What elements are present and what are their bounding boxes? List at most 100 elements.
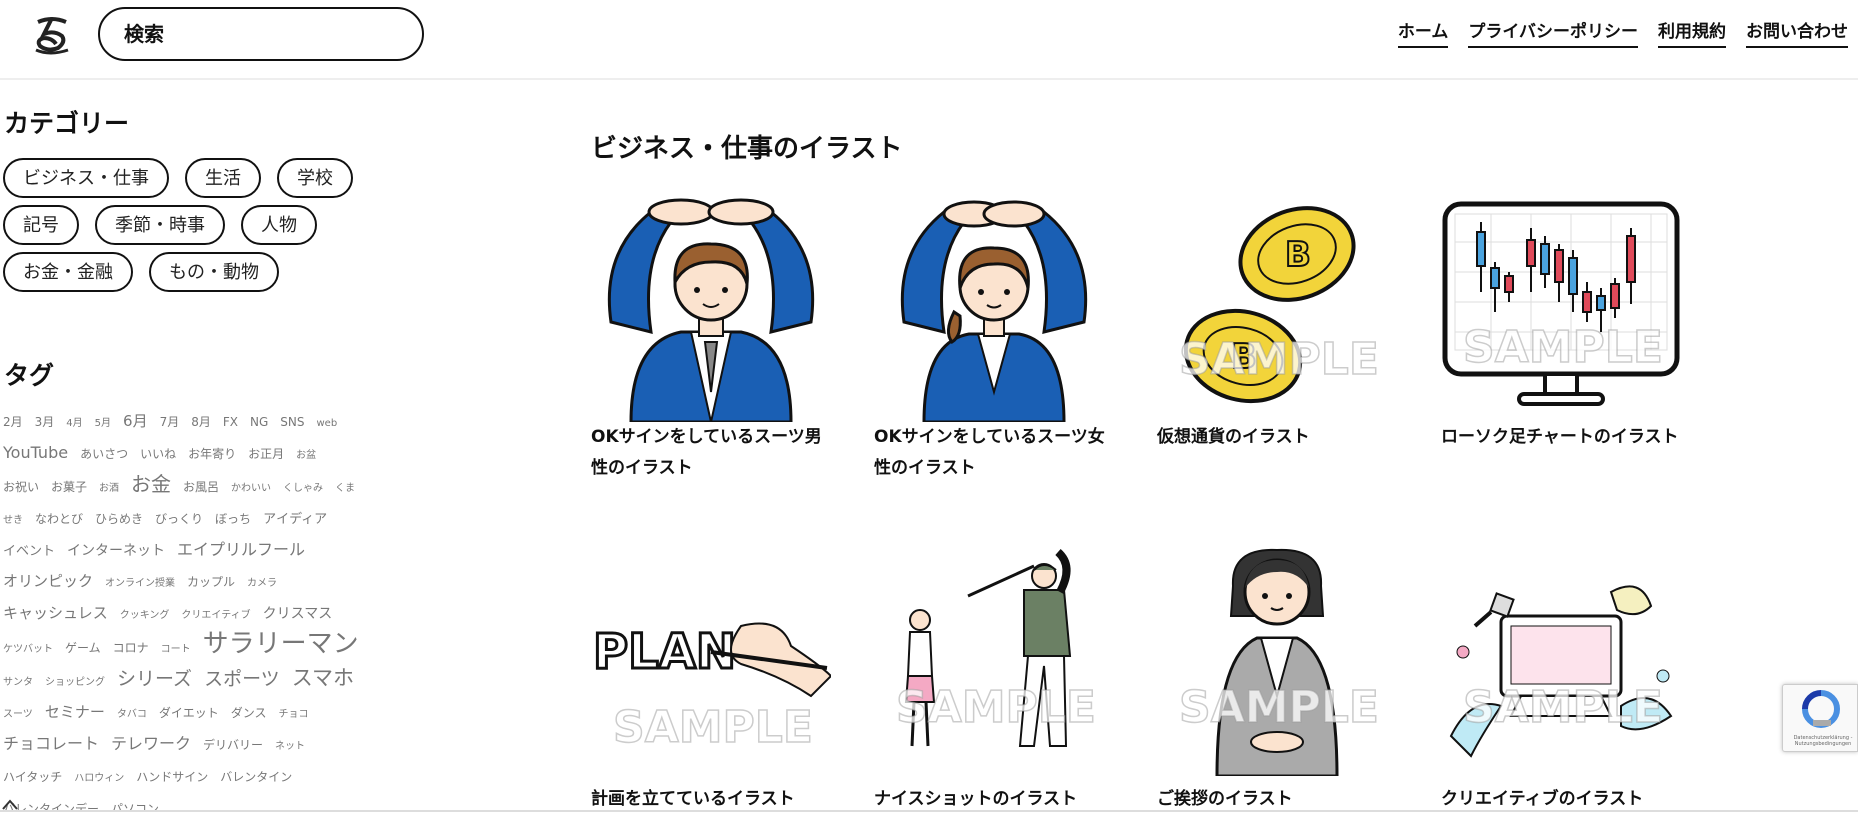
greeting-woman-illustration: SAMPLE [1178, 548, 1380, 776]
nav-privacy-link[interactable]: プライバシーポリシー [1468, 20, 1638, 48]
tag-link[interactable]: くしゃみ [283, 474, 323, 503]
tag-link[interactable]: セミナー [45, 698, 105, 727]
tag-link[interactable]: ハンドサイン [136, 763, 208, 792]
tag-link[interactable]: サラリーマン [203, 630, 359, 659]
category-pill[interactable]: 記号 [3, 205, 79, 245]
tag-link[interactable]: シリーズ [117, 665, 192, 694]
tag-link[interactable]: 6月 [123, 407, 148, 436]
tag-link[interactable]: ぼっち [215, 505, 251, 534]
tag-link[interactable]: SNS [280, 408, 304, 437]
category-pill[interactable]: ビジネス・仕事 [3, 158, 169, 198]
sample-watermark: SAMPLE [613, 702, 813, 753]
tag-link[interactable]: ひらめき [95, 505, 143, 534]
tag-link[interactable]: お盆 [296, 441, 316, 470]
tag-link[interactable]: ゲーム [65, 634, 101, 663]
category-pill[interactable]: 人物 [241, 205, 317, 245]
tag-link[interactable]: キャッシュレス [3, 599, 108, 628]
tag-link[interactable]: オンライン授業 [105, 569, 175, 598]
tag-link[interactable]: 7月 [160, 408, 180, 437]
tag-link[interactable]: ショッピング [45, 668, 105, 697]
tag-link[interactable]: 5月 [95, 409, 111, 438]
tag-link[interactable]: コート [161, 635, 191, 664]
tag-link[interactable]: スーツ [3, 700, 33, 729]
tag-link[interactable]: チョコレート [3, 729, 99, 758]
tag-link[interactable]: チョコ [278, 700, 308, 729]
tag-link[interactable]: クッキング [120, 601, 170, 630]
tag-link[interactable]: バレンタイン [220, 763, 292, 792]
tag-link[interactable]: なわとび [35, 505, 83, 534]
nav-terms-link[interactable]: 利用規約 [1658, 20, 1726, 48]
creative-monitor-illustration: SAMPLE [1449, 585, 1673, 758]
tag-link[interactable]: YouTube [3, 438, 68, 467]
tag-link[interactable]: あいさつ [80, 440, 128, 469]
sidebar: カテゴリー ビジネス・仕事 生活 学校 記号 季節・時事 人物 お金・金融 もの… [0, 80, 380, 812]
site-logo-icon[interactable] [30, 12, 74, 58]
tag-link[interactable]: スマホ [292, 664, 354, 693]
tag-heading: タグ [4, 361, 55, 390]
tag-link[interactable]: アイディア [263, 505, 327, 534]
tag-link[interactable]: カメラ [247, 569, 277, 598]
category-pill[interactable]: お金・金融 [3, 252, 133, 292]
tag-link[interactable]: 2月 [3, 408, 23, 437]
tag-link[interactable]: お酒 [99, 474, 119, 503]
crypto-coin-illustration: B B SAMPLE [1178, 206, 1380, 404]
tag-link[interactable]: スポーツ [204, 665, 280, 694]
tag-link[interactable]: ケツバット [3, 635, 53, 664]
sample-watermark: SAMPLE [1179, 682, 1379, 733]
tag-link[interactable]: お正月 [248, 440, 284, 469]
tag-link[interactable]: エイプリルフール [177, 535, 305, 564]
golf-shot-illustration: SAMPLE [895, 548, 1097, 747]
tag-link[interactable]: ダンス [231, 699, 267, 728]
search-input[interactable] [122, 21, 406, 47]
tag-link[interactable]: インターネット [67, 537, 165, 566]
tag-link[interactable]: お金 [131, 470, 171, 499]
tag-link[interactable]: ハイタッチ [3, 763, 62, 792]
tag-link[interactable]: ダイエット [159, 699, 219, 728]
tag-link[interactable]: 4月 [66, 409, 82, 438]
tag-link[interactable]: イベント [3, 537, 55, 566]
category-pill[interactable]: 学校 [277, 158, 353, 198]
tag-link[interactable]: テレワーク [111, 729, 191, 758]
tag-link[interactable]: オリンピック [3, 567, 93, 596]
category-pill[interactable]: もの・動物 [149, 252, 279, 292]
tag-link[interactable]: ネット [275, 732, 305, 761]
card-caption[interactable]: OKサインをしているスーツ男性のイラスト [591, 422, 831, 484]
tag-link[interactable]: かわいい [231, 474, 271, 503]
tag-link[interactable]: カップル [187, 568, 235, 597]
category-list: ビジネス・仕事 生活 学校 記号 季節・時事 人物 お金・金融 もの・動物 [3, 158, 373, 292]
tag-link[interactable]: サンタ [3, 668, 33, 697]
tag-link[interactable]: NG [250, 408, 268, 437]
nav-home-link[interactable]: ホーム [1397, 20, 1449, 48]
sample-watermark: SAMPLE [896, 682, 1096, 733]
tag-link[interactable]: タバコ [117, 700, 147, 729]
card-caption[interactable]: OKサインをしているスーツ女性のイラスト [874, 422, 1114, 484]
tag-link[interactable]: 3月 [35, 408, 55, 437]
recaptcha-badge[interactable]: Datenschutzerklärung - Nutzungsbedingung… [1782, 684, 1858, 752]
tag-link[interactable]: くま [335, 474, 355, 503]
tag-link[interactable]: お祝い [3, 473, 39, 502]
tag-link[interactable]: お年寄り [188, 440, 236, 469]
tag-link[interactable]: コロナ [113, 634, 149, 663]
sample-watermark: SAMPLE [1179, 334, 1379, 385]
card-caption[interactable]: 仮想通貨のイラスト [1157, 422, 1397, 453]
category-pill[interactable]: 季節・時事 [95, 205, 225, 245]
tag-link[interactable]: web [316, 409, 337, 438]
tag-link[interactable]: お風呂 [183, 473, 219, 502]
tag-link[interactable]: せき [3, 506, 23, 535]
tag-link[interactable]: デリバリー [203, 731, 263, 760]
tag-link[interactable]: お菓子 [51, 473, 87, 502]
tag-link[interactable]: 8月 [191, 408, 211, 437]
tag-link[interactable]: クリスマス [263, 600, 333, 629]
tag-link[interactable]: びっくり [155, 505, 203, 534]
nav-contact-link[interactable]: お問い合わせ [1746, 20, 1848, 48]
tag-link[interactable]: ハロウィン [74, 764, 124, 793]
sample-watermark: SAMPLE [1463, 322, 1663, 373]
card-caption[interactable]: ローソク足チャートのイラスト [1441, 422, 1681, 453]
tag-link[interactable]: FX [223, 408, 238, 437]
search-box[interactable] [98, 7, 424, 61]
tag-cloud: 2月 3月 4月 5月 6月 7月 8月 FX NG SNS web YouTube あいさつ いいね お年… [3, 406, 373, 812]
tag-link[interactable]: クリエイティブ [181, 601, 250, 630]
recaptcha-terms[interactable]: Datenschutzerklärung - Nutzungsbedingung… [1791, 735, 1855, 747]
category-pill[interactable]: 生活 [185, 158, 261, 198]
tag-link[interactable]: いいね [140, 440, 176, 469]
